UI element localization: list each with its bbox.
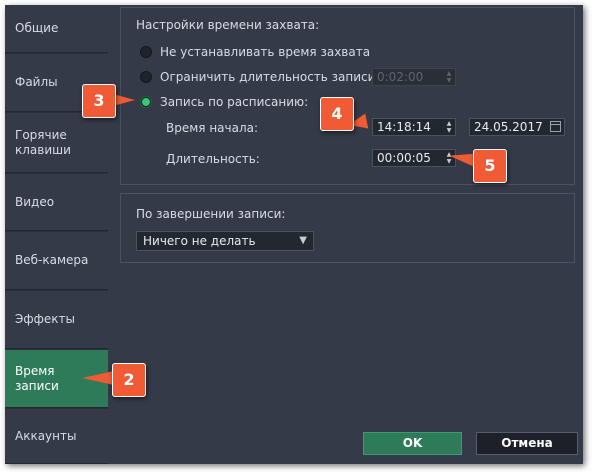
radio-no-capture-time[interactable] bbox=[140, 46, 152, 58]
sidebar-item-label: Видео bbox=[15, 194, 55, 209]
sidebar-item-general[interactable]: Общие bbox=[5, 5, 108, 53]
start-time-field[interactable]: 14:18:14 ▲ ▼ bbox=[372, 118, 456, 136]
limit-duration-field[interactable]: 0:02:00 ▲ ▼ bbox=[372, 68, 456, 86]
radio-scheduled-recording[interactable] bbox=[140, 96, 152, 108]
spin-arrows-icon[interactable]: ▲ ▼ bbox=[445, 120, 453, 134]
sidebar-item-webcam[interactable]: Веб-камера bbox=[5, 232, 108, 290]
badge-arrow bbox=[82, 371, 114, 385]
start-date-field[interactable]: 24.05.2017 bbox=[469, 118, 565, 136]
sidebar-item-hotkeys[interactable]: Горячие клавиши bbox=[5, 113, 108, 173]
after-recording-select[interactable]: Ничего не делать ▼ bbox=[136, 231, 314, 251]
radio-no-capture-time-label[interactable]: Не устанавливать время захвата bbox=[160, 45, 370, 59]
settings-window: Общие Файлы Горячие клавиши Видео Веб-ка… bbox=[5, 5, 583, 464]
cancel-button[interactable]: Отмена bbox=[476, 432, 578, 455]
duration-value: 00:00:05 bbox=[377, 151, 431, 165]
annotation-badge-5: 5 bbox=[473, 149, 507, 183]
sidebar-item-label: Горячие клавиши bbox=[15, 127, 71, 157]
sidebar-item-effects[interactable]: Эффекты bbox=[5, 291, 108, 349]
radio-scheduled-recording-label[interactable]: Запись по расписанию: bbox=[160, 95, 308, 109]
sidebar: Общие Файлы Горячие клавиши Видео Веб-ка… bbox=[5, 5, 108, 464]
badge-arrow bbox=[113, 94, 135, 106]
annotation-badge-3: 3 bbox=[82, 84, 116, 118]
after-recording-title: По завершении записи: bbox=[136, 207, 286, 221]
sidebar-item-label: Веб-камера bbox=[15, 253, 89, 267]
content-panel: Настройки времени захвата: Не устанавлив… bbox=[108, 5, 583, 464]
ok-button[interactable]: OK bbox=[363, 432, 462, 455]
sidebar-item-label: Файлы bbox=[15, 75, 58, 89]
sidebar-item-accounts[interactable]: Аккаунты bbox=[5, 409, 108, 464]
duration-field[interactable]: 00:00:05 ▲ ▼ bbox=[372, 149, 456, 167]
spin-arrows-icon[interactable]: ▲ ▼ bbox=[445, 70, 453, 84]
annotation-badge-4: 4 bbox=[320, 97, 354, 131]
annotation-badge-2: 2 bbox=[112, 363, 146, 397]
capture-settings-title: Настройки времени захвата: bbox=[136, 18, 320, 32]
sidebar-item-label: Общие bbox=[15, 21, 59, 35]
limit-duration-value: 0:02:00 bbox=[377, 70, 424, 84]
after-recording-group bbox=[120, 193, 575, 263]
sidebar-item-video[interactable]: Видео bbox=[5, 174, 108, 231]
sidebar-item-label: Аккаунты bbox=[15, 428, 77, 443]
duration-label: Длительность: bbox=[166, 152, 260, 166]
radio-limit-duration-label[interactable]: Ограничить длительность записи: bbox=[160, 70, 380, 84]
start-date-value: 24.05.2017 bbox=[474, 120, 543, 134]
start-time-label: Время начала: bbox=[166, 121, 259, 135]
calendar-icon[interactable] bbox=[550, 121, 561, 132]
sidebar-item-label: Время записи bbox=[15, 363, 59, 393]
after-recording-value: Ничего не делать bbox=[143, 234, 256, 248]
dropdown-arrow-icon: ▼ bbox=[299, 235, 307, 246]
sidebar-item-label: Эффекты bbox=[15, 312, 75, 326]
radio-limit-duration[interactable] bbox=[140, 71, 152, 83]
start-time-value: 14:18:14 bbox=[377, 120, 431, 134]
